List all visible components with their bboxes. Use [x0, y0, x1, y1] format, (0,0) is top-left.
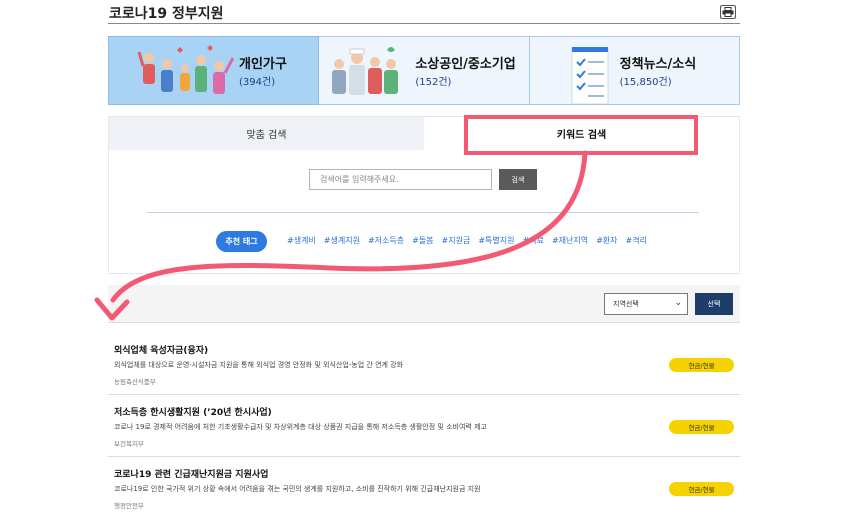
category-label: 개인가구	[239, 57, 287, 72]
item-description: 코로나19로 인한 국가적 위기 상황 속에서 어려움을 겪는 국민의 생계를 …	[114, 485, 481, 493]
item-organization: 행정안전부	[114, 502, 144, 510]
item-badge: 현금/현물	[669, 420, 734, 434]
title-divider	[108, 23, 740, 24]
filter-bar: 지역선택 ⌄ 선택	[108, 285, 740, 323]
printer-icon	[722, 7, 734, 17]
tag-link[interactable]: #지원금	[442, 235, 471, 246]
tag-link[interactable]: #환자	[596, 235, 617, 246]
category-label: 소상공인/중소기업	[415, 57, 516, 72]
category-individual[interactable]: 개인가구 (394건)	[108, 36, 320, 105]
tab-keyword-search[interactable]: 키워드 검색	[424, 117, 739, 150]
recommended-tags: #생계비 #생계지원 #저소득층 #돌봄 #지원금 #특별지원 #의료 #재난지…	[287, 235, 655, 246]
region-select-button[interactable]: 선택	[695, 293, 733, 315]
category-news[interactable]: 정책뉴스/소식 (15,850건)	[529, 36, 740, 105]
print-button[interactable]	[720, 5, 736, 19]
tag-link[interactable]: #생계비	[287, 235, 316, 246]
category-count: (15,850건)	[619, 77, 672, 88]
region-select-value: 지역선택	[613, 300, 639, 308]
tag-link[interactable]: #돌봄	[412, 235, 433, 246]
region-select[interactable]: 지역선택 ⌄	[604, 293, 688, 315]
item-badge: 현금/현물	[669, 358, 734, 372]
tag-link[interactable]: #격리	[626, 235, 647, 246]
item-organization: 농림축산식품부	[114, 378, 156, 386]
workers-illustration	[332, 47, 399, 95]
item-badge: 현금/현물	[669, 482, 734, 496]
tag-link[interactable]: #의료	[523, 235, 544, 246]
item-description: 코로나 19로 경제적 어려움에 처한 기초생활수급자 및 차상위계층 대상 상…	[114, 423, 487, 431]
item-title[interactable]: 외식업체 육성자금(융자)	[114, 343, 208, 356]
chevron-down-icon: ⌄	[674, 298, 682, 308]
page-title: 코로나19 정부지원	[109, 6, 224, 22]
item-organization: 보건복지부	[114, 440, 144, 448]
tag-link[interactable]: #재난지역	[552, 235, 588, 246]
category-row: 개인가구 (394건) 소상공인/중소기업 (152건) 정책뉴스/소식 (15…	[108, 36, 740, 105]
list-item[interactable]: 외식업체 육성자금(융자) 외식업체를 대상으로 운영·시설자금 지원을 통해 …	[108, 333, 740, 395]
category-count: (152건)	[415, 77, 452, 88]
support-list: 외식업체 육성자금(융자) 외식업체를 대상으로 운영·시설자금 지원을 통해 …	[108, 333, 740, 518]
list-item[interactable]: 저소득층 한시생활지원 (’20년 한시사업) 코로나 19로 경제적 어려움에…	[108, 395, 740, 457]
people-group-illustration	[137, 45, 235, 94]
item-title[interactable]: 저소득층 한시생활지원 (’20년 한시사업)	[114, 405, 272, 418]
category-label: 정책뉴스/소식	[619, 57, 697, 72]
search-input[interactable]	[309, 169, 492, 190]
checklist-illustration	[571, 47, 609, 104]
search-panel: 맞춤 검색 키워드 검색 검색 추천 태그 #생계비 #생계지원 #저소득층 #…	[108, 116, 740, 274]
category-business[interactable]: 소상공인/중소기업 (152건)	[319, 36, 530, 105]
search-tabs: 맞춤 검색 키워드 검색	[109, 117, 739, 150]
item-description: 외식업체를 대상으로 운영·시설자금 지원을 통해 외식업 경영 안정화 및 외…	[114, 361, 404, 369]
recommended-tags-label: 추천 태그	[216, 231, 267, 252]
item-title[interactable]: 코로나19 관련 긴급재난지원금 지원사업	[114, 467, 268, 480]
category-count: (394건)	[239, 77, 276, 88]
tag-link[interactable]: #저소득층	[368, 235, 404, 246]
search-button[interactable]: 검색	[499, 169, 537, 190]
list-item[interactable]: 코로나19 관련 긴급재난지원금 지원사업 코로나19로 인한 국가적 위기 상…	[108, 457, 740, 518]
tag-link[interactable]: #생계지원	[324, 235, 360, 246]
tag-link[interactable]: #특별지원	[478, 235, 514, 246]
tab-custom-search[interactable]: 맞춤 검색	[109, 117, 424, 150]
panel-divider	[147, 212, 699, 213]
